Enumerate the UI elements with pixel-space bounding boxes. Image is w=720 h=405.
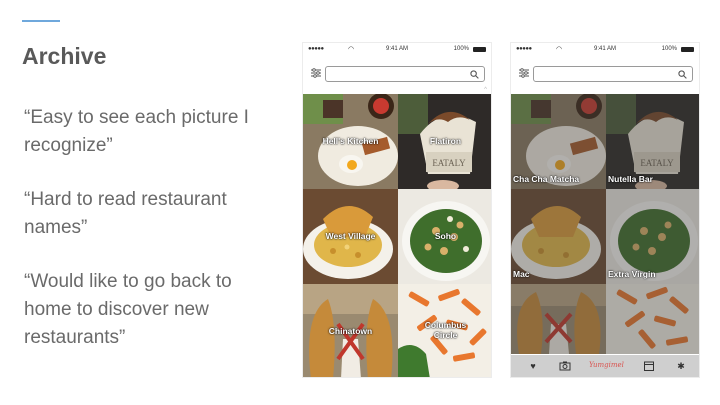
search-row: ^ bbox=[303, 57, 491, 94]
photo-tile-brunch[interactable]: Hell's Kitchen bbox=[303, 94, 398, 189]
photo-tile-mac[interactable]: West Village bbox=[303, 189, 398, 284]
tile-label: Chinatown bbox=[328, 326, 373, 336]
status-bar: ●●●●● ◠ 9:41 AM 100% bbox=[303, 43, 491, 57]
status-bar: ●●●●● ◠ 9:41 AM 100% bbox=[511, 43, 699, 57]
battery-icon bbox=[473, 47, 486, 52]
photo-tile-salad[interactable]: Extra Virgin bbox=[606, 189, 699, 284]
calendar-icon[interactable] bbox=[643, 360, 655, 372]
photo-tile-pasta[interactable]: Columbus Circle bbox=[398, 284, 491, 377]
photo-tile-salad[interactable]: Soho bbox=[398, 189, 491, 284]
heart-icon[interactable]: ♥ bbox=[527, 360, 539, 372]
app-logo[interactable]: Yumgimel bbox=[589, 361, 624, 369]
photo-grid: Hell's Kitchen EATALY Flatiron West Vill… bbox=[303, 94, 491, 377]
churros-photo bbox=[511, 284, 606, 354]
photo-tile-gelato[interactable]: EATALY Flatiron bbox=[398, 94, 491, 189]
svg-text:EATALY: EATALY bbox=[432, 158, 466, 168]
quote-item: “Hard to read restaurant names” bbox=[24, 189, 227, 238]
battery-percent: 100% bbox=[661, 46, 677, 52]
svg-text:EATALY: EATALY bbox=[640, 158, 674, 168]
accent-rule bbox=[22, 20, 60, 22]
photo-tile-brunch[interactable]: Cha Cha Matcha bbox=[511, 94, 606, 189]
search-input[interactable] bbox=[325, 66, 485, 82]
tile-label: Soho bbox=[434, 231, 457, 241]
photo-tile-churros[interactable] bbox=[511, 284, 606, 354]
photo-tile-gelato[interactable]: EATALY Nutella Bar bbox=[606, 94, 699, 189]
quote-list: “Easy to see each picture I recognize” “… bbox=[24, 104, 274, 378]
tile-label: Nutella Bar bbox=[608, 174, 653, 184]
photo-grid: Cha Cha Matcha EATALY Nutella Bar Mac Ex… bbox=[511, 94, 699, 354]
tile-label: Extra Virgin bbox=[608, 269, 656, 279]
tile-label: Hell's Kitchen bbox=[322, 136, 379, 146]
phone-mockup-neighborhoods: ●●●●● ◠ 9:41 AM 100% ^ Hell's Kitchen EA… bbox=[302, 42, 492, 378]
search-input[interactable] bbox=[533, 66, 693, 82]
search-row bbox=[511, 57, 699, 94]
phone-mockup-restaurants: ●●●●● ◠ 9:41 AM 100% Cha Cha Matcha EATA… bbox=[510, 42, 700, 378]
camera-icon[interactable] bbox=[559, 360, 571, 372]
photo-tile-pasta[interactable] bbox=[606, 284, 699, 354]
tile-label: Cha Cha Matcha bbox=[513, 174, 580, 184]
tile-label: Mac bbox=[513, 269, 530, 279]
penne-pasta-photo bbox=[606, 284, 699, 354]
scroll-up-icon: ^ bbox=[484, 87, 487, 93]
quote-item: “Easy to see each picture I recognize” bbox=[24, 107, 249, 156]
search-icon[interactable] bbox=[678, 70, 687, 79]
tile-label: Columbus Circle bbox=[424, 320, 467, 340]
battery-icon bbox=[681, 47, 694, 52]
photo-tile-mac[interactable]: Mac bbox=[511, 189, 606, 284]
tab-bar: ♥ Yumgimel ✱ bbox=[511, 355, 699, 377]
gear-icon[interactable]: ✱ bbox=[675, 360, 687, 372]
slide-title: Archive bbox=[22, 43, 107, 69]
photo-tile-churros[interactable]: Chinatown bbox=[303, 284, 398, 377]
search-icon[interactable] bbox=[470, 70, 479, 79]
filter-icon[interactable] bbox=[519, 68, 529, 78]
battery-percent: 100% bbox=[453, 46, 469, 52]
quote-item: “Would like to go back to home to discov… bbox=[24, 271, 232, 348]
tile-label: West Village bbox=[325, 231, 376, 241]
tile-label: Flatiron bbox=[429, 136, 462, 146]
filter-icon[interactable] bbox=[311, 68, 321, 78]
